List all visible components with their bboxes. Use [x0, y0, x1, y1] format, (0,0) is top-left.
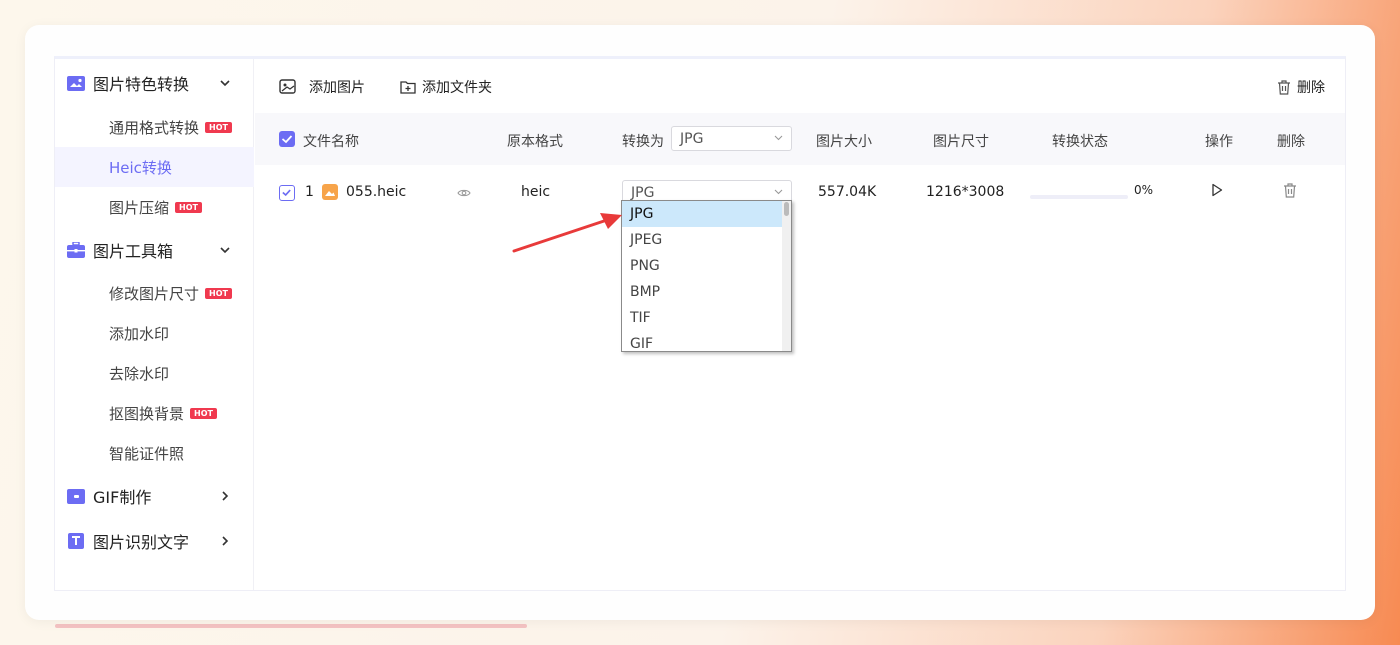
sidebar-item-cutout-background[interactable]: 抠图换背景 HOT	[55, 393, 254, 433]
delete-all-button[interactable]: 删除	[1277, 77, 1325, 97]
table-header: 文件名称 原本格式 转换为 JPG 图片大小 图片尺寸 转换状态 操作 删除	[255, 113, 1345, 165]
dropdown-option-png[interactable]: PNG	[622, 253, 782, 279]
dropdown-scrollbar-thumb[interactable]	[784, 202, 789, 216]
annotation-arrow-icon	[512, 213, 622, 253]
delete-all-label: 删除	[1297, 80, 1325, 96]
header-convert-to: 转换为	[622, 134, 664, 150]
row-index: 1	[305, 184, 314, 200]
dropdown-option-bmp[interactable]: BMP	[622, 279, 782, 305]
gif-icon	[67, 488, 85, 504]
image-file-icon	[322, 184, 338, 204]
dropdown-option-gif[interactable]: GIF	[622, 331, 782, 351]
progress-bar	[1030, 195, 1128, 199]
row-size: 557.04K	[818, 184, 877, 200]
chevron-down-icon	[220, 80, 230, 87]
header-original-format: 原本格式	[507, 134, 563, 150]
add-image-label: 添加图片	[309, 80, 365, 96]
dropdown-option-jpg[interactable]: JPG	[622, 201, 782, 227]
header-dimensions: 图片尺寸	[933, 134, 989, 150]
global-format-select[interactable]: JPG	[671, 126, 792, 151]
sidebar-item-label: Heic转换	[109, 158, 172, 177]
progress-text: 0%	[1134, 183, 1154, 197]
add-image-button[interactable]: 添加图片	[279, 77, 365, 97]
toolbar: 添加图片 添加文件夹 删除	[255, 59, 1345, 113]
sidebar-item-label: 抠图换背景	[109, 404, 185, 423]
select-all-checkbox[interactable]	[279, 131, 295, 147]
sidebar-item-label: 图片压缩	[109, 198, 170, 217]
preview-eye-icon[interactable]	[457, 186, 471, 202]
header-file-name: 文件名称	[303, 134, 359, 150]
sidebar: 图片特色转换 通用格式转换 HOT Heic转换 图片压缩 HOT 图片工具箱	[55, 59, 254, 590]
row-original-format: heic	[521, 184, 551, 200]
sidebar-item-label: 添加水印	[109, 324, 170, 343]
row-dimensions: 1216*3008	[926, 184, 1005, 200]
dropdown-option-jpeg[interactable]: JPEG	[622, 227, 782, 253]
folder-add-icon	[400, 81, 416, 94]
sidebar-item-resize[interactable]: 修改图片尺寸 HOT	[55, 273, 254, 313]
row-checkbox[interactable]	[279, 185, 295, 201]
sidebar-item-add-watermark[interactable]: 添加水印	[55, 313, 254, 353]
chevron-down-icon	[220, 247, 230, 254]
add-folder-label: 添加文件夹	[422, 80, 492, 96]
sidebar-group-ocr[interactable]: 图片识别文字	[55, 521, 254, 561]
sidebar-group-label: 图片识别文字	[93, 533, 190, 552]
sidebar-item-label: 去除水印	[109, 364, 170, 383]
sidebar-item-label: 智能证件照	[109, 444, 185, 463]
image-convert-icon	[67, 75, 85, 91]
main-panel: 添加图片 添加文件夹 删除 文件名称 原本格式 转换为 JPG 图片大小 图片尺…	[255, 59, 1345, 590]
play-icon	[1212, 183, 1223, 197]
sidebar-group-special-convert[interactable]: 图片特色转换	[55, 63, 254, 103]
dropdown-option-tif[interactable]: TIF	[622, 305, 782, 331]
global-format-value: JPG	[680, 130, 704, 147]
checkmark-icon	[281, 135, 293, 144]
dropdown-scrollbar[interactable]	[782, 201, 791, 351]
chevron-right-icon	[222, 536, 229, 546]
hot-badge: HOT	[190, 407, 217, 419]
text-recognition-icon	[67, 533, 85, 549]
trash-icon	[1278, 79, 1290, 95]
start-convert-button[interactable]	[1211, 183, 1223, 201]
image-icon	[279, 79, 296, 94]
row-format-value: JPG	[631, 184, 655, 201]
hot-badge: HOT	[205, 287, 232, 299]
chevron-right-icon	[222, 491, 229, 501]
format-dropdown-list[interactable]: JPG JPEG PNG BMP TIF GIF	[621, 200, 792, 352]
sidebar-item-remove-watermark[interactable]: 去除水印	[55, 353, 254, 393]
sidebar-item-label: 通用格式转换	[109, 118, 200, 137]
sidebar-group-label: 图片工具箱	[93, 242, 174, 261]
toolbox-icon	[67, 242, 85, 258]
sidebar-group-gif[interactable]: GIF制作	[55, 476, 254, 516]
sidebar-item-general-convert[interactable]: 通用格式转换 HOT	[55, 107, 254, 147]
chevron-down-icon	[774, 135, 783, 141]
sidebar-item-compress[interactable]: 图片压缩 HOT	[55, 187, 254, 227]
window-shadow-accent	[55, 624, 527, 628]
header-status: 转换状态	[1052, 134, 1108, 150]
sidebar-item-id-photo[interactable]: 智能证件照	[55, 433, 254, 473]
hot-badge: HOT	[205, 121, 232, 133]
sidebar-group-label: GIF制作	[93, 488, 152, 507]
row-file-name: 055.heic	[346, 184, 407, 200]
sidebar-item-heic-convert[interactable]: Heic转换	[55, 147, 254, 187]
trash-icon	[1284, 183, 1296, 198]
sidebar-item-label: 修改图片尺寸	[109, 284, 200, 303]
sidebar-group-label: 图片特色转换	[93, 75, 190, 94]
header-image-size: 图片大小	[816, 134, 872, 150]
hot-badge: HOT	[175, 201, 202, 213]
table-row: 1 055.heic heic JPG 557.04K 1216*3008 0%	[255, 165, 1345, 221]
header-delete: 删除	[1277, 134, 1305, 150]
sidebar-group-toolbox[interactable]: 图片工具箱	[55, 230, 254, 270]
checkmark-icon	[282, 189, 291, 197]
header-action: 操作	[1205, 134, 1233, 150]
add-folder-button[interactable]: 添加文件夹	[400, 77, 492, 97]
chevron-down-icon	[774, 189, 783, 195]
row-delete-button[interactable]	[1283, 183, 1297, 202]
